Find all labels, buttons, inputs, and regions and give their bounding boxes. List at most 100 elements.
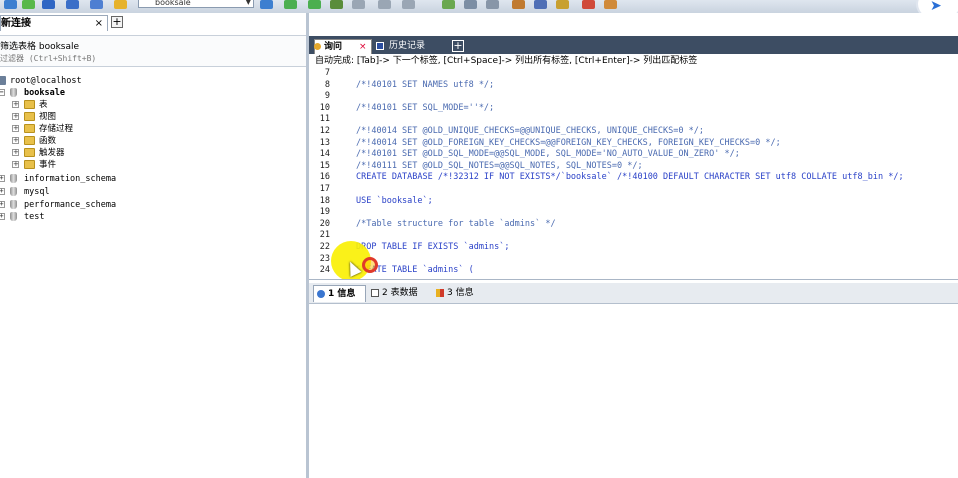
line-number: 21: [319, 230, 330, 241]
query-icon: [314, 43, 321, 50]
export-icon[interactable]: [378, 0, 391, 9]
line-number: 10: [319, 102, 330, 113]
run-selected-icon[interactable]: [308, 0, 321, 9]
expand-icon[interactable]: +: [0, 201, 5, 208]
grid-icon: [371, 289, 379, 297]
database-icon: [10, 174, 17, 183]
main-toolbar: booksale ▼ ➤: [0, 0, 958, 13]
db-label: test: [24, 212, 45, 222]
folder-icon: [24, 124, 35, 133]
result-tab-bar: 1 信息 2 表数据 3 信息: [309, 283, 958, 304]
expand-icon[interactable]: +: [0, 188, 5, 195]
table-icon[interactable]: [352, 0, 365, 9]
db-label: booksale: [24, 88, 65, 98]
code-line: USE `booksale`;: [356, 195, 433, 206]
tree-item-label: 函数: [39, 136, 57, 146]
line-number: 7: [324, 68, 330, 78]
tree-item-label: 事件: [39, 160, 57, 170]
database-icon[interactable]: [42, 0, 55, 9]
line-number: 8: [324, 79, 330, 90]
folder-icon: [24, 148, 35, 157]
tab-info-2-label: 3 信息: [447, 288, 474, 298]
db-label: performance_schema: [24, 200, 117, 210]
expand-icon[interactable]: +: [12, 161, 19, 168]
results-area: [309, 304, 958, 478]
db-label: mysql: [24, 187, 50, 197]
query-panel: 询问 × 历史记录 + 自动完成: [Tab]-> 下一个标签, [Ctrl+S…: [309, 33, 958, 478]
filter-input[interactable]: 过滤器 (Ctrl+Shift+B): [0, 53, 96, 64]
tab-query[interactable]: 询问 ×: [314, 39, 372, 54]
autocomplete-hint: 自动完成: [Tab]-> 下一个标签, [Ctrl+Space]-> 列出所有…: [315, 56, 698, 66]
close-icon[interactable]: ×: [359, 40, 367, 54]
import-icon[interactable]: [402, 0, 415, 9]
line-number: 20: [319, 218, 330, 229]
expand-icon[interactable]: +: [0, 213, 5, 220]
user-icon[interactable]: [66, 0, 79, 9]
code-line: /*!40111 SET @OLD_SQL_NOTES=@@SQL_NOTES,…: [356, 160, 643, 171]
tab-info[interactable]: 1 信息: [313, 285, 366, 302]
expand-icon[interactable]: +: [12, 101, 19, 108]
tab-table-data[interactable]: 2 表数据: [368, 285, 428, 302]
history-icon: [376, 42, 384, 50]
check-icon[interactable]: [442, 0, 455, 9]
folder-icon: [24, 136, 35, 145]
folder-icon: [24, 100, 35, 109]
add-tab-button[interactable]: +: [452, 40, 464, 52]
calendar-icon[interactable]: [582, 0, 595, 9]
tools-icon[interactable]: [464, 0, 477, 9]
code-line: /*!40101 SET SQL_MODE=''*/;: [356, 102, 495, 113]
collapse-icon[interactable]: −: [0, 89, 5, 96]
click-indicator: [362, 257, 378, 273]
line-number: 12: [319, 126, 330, 136]
code-line: /*!40014 SET @OLD_UNIQUE_CHECKS=@@UNIQUE…: [356, 126, 704, 136]
run-all-icon[interactable]: [284, 0, 297, 9]
line-number: 24: [319, 265, 330, 276]
expand-icon[interactable]: +: [12, 137, 19, 144]
settings-icon[interactable]: [90, 0, 103, 9]
tab-history[interactable]: 历史记录: [373, 39, 449, 54]
line-number: 9: [324, 91, 330, 102]
tab-table-data-label: 2 表数据: [382, 288, 418, 298]
database-icon: [10, 200, 17, 209]
code-line: /*!40101 SET @OLD_SQL_MODE=@@SQL_MODE, S…: [356, 149, 740, 160]
logo-icon: ➤: [930, 0, 942, 13]
line-number: 22: [319, 242, 330, 252]
folder-icon[interactable]: [114, 0, 127, 9]
key-icon[interactable]: [556, 0, 569, 9]
line-number: 19: [319, 207, 330, 218]
expand-icon[interactable]: +: [0, 175, 5, 182]
database-icon: [10, 187, 17, 196]
folder-icon: [24, 112, 35, 121]
connect-icon[interactable]: [4, 0, 17, 9]
close-icon[interactable]: ×: [95, 16, 103, 31]
tab-info-label: 1 信息: [328, 289, 356, 299]
backup-icon[interactable]: [512, 0, 525, 9]
server-label: root@localhost: [10, 76, 82, 86]
refresh-icon[interactable]: [330, 0, 343, 9]
expand-icon[interactable]: +: [12, 125, 19, 132]
database-selector[interactable]: booksale ▼: [138, 0, 254, 8]
execute-icon[interactable]: [260, 0, 273, 9]
line-number: 23: [319, 253, 330, 264]
line-number: 17: [319, 184, 330, 194]
line-number: 16: [319, 172, 330, 183]
sql-editor[interactable]: 7 8 9 10 11 12 13 14 15 16 17 18 19 20 21 22 23 24 /*!401…: [309, 67, 958, 280]
tree-item-label: 视图: [39, 112, 57, 122]
line-number: 13: [319, 137, 330, 148]
folder-icon: [24, 160, 35, 169]
line-number-gutter: 7 8 9 10 11 12 13 14 15 16 17 18 19 20 21 22 23 24: [309, 67, 335, 279]
object-browser: 新连接 × + 筛选表格 booksale 过滤器 (Ctrl+Shift+B)…: [0, 13, 309, 478]
schema-icon[interactable]: [486, 0, 499, 9]
tab-info-2[interactable]: 3 信息: [433, 285, 485, 302]
report-icon[interactable]: [604, 0, 617, 9]
add-connection-button[interactable]: +: [111, 16, 123, 28]
expand-icon[interactable]: +: [12, 113, 19, 120]
tree-item-label: 存储过程: [39, 124, 74, 134]
connection-tab[interactable]: 新连接 ×: [0, 15, 108, 31]
expand-icon[interactable]: +: [12, 149, 19, 156]
line-number: 15: [319, 160, 330, 171]
query-tab-bar: 询问 × 历史记录 +: [309, 36, 958, 54]
sync-icon[interactable]: [534, 0, 547, 9]
db-label: information_schema: [24, 174, 117, 184]
add-icon[interactable]: [22, 0, 35, 9]
